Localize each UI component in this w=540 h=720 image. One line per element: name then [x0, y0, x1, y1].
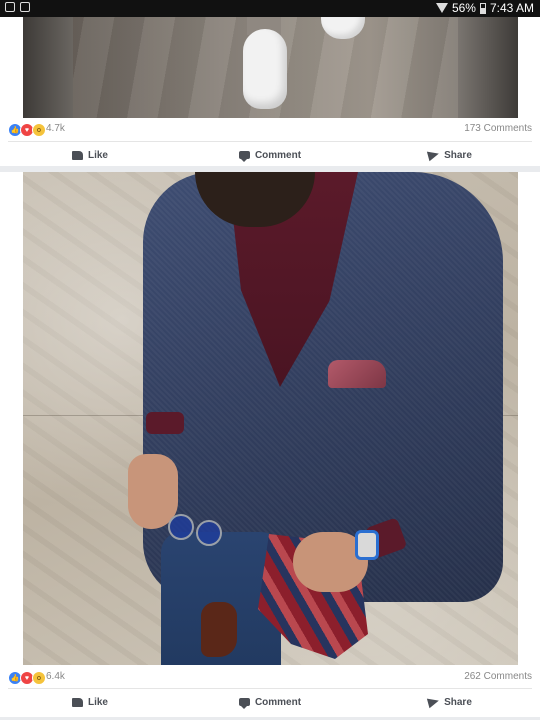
share-icon — [426, 148, 441, 162]
photo-boot — [201, 602, 237, 657]
wow-reaction-icon: o — [32, 123, 46, 137]
comment-label: Comment — [254, 149, 302, 161]
status-left — [5, 2, 30, 12]
photo-cuff — [146, 412, 184, 434]
comments-count[interactable]: 173 Comments — [464, 123, 532, 134]
thumbs-up-icon — [71, 697, 83, 707]
like-label: Like — [87, 149, 108, 161]
sunglasses-lens — [168, 514, 194, 540]
comment-label: Comment — [254, 696, 302, 708]
reaction-count[interactable]: 4.7k — [46, 123, 65, 134]
status-bar: 56% 7:43 AM — [0, 0, 540, 17]
sunglasses-lens — [196, 520, 222, 546]
post-photo[interactable] — [23, 17, 518, 118]
clock: 7:43 AM — [489, 1, 534, 15]
comments-count[interactable]: 262 Comments — [464, 671, 532, 682]
feed-post: 👍 ♥ o 6.4k 262 Comments Like Comment Sha… — [0, 172, 540, 717]
share-label: Share — [444, 149, 472, 161]
battery-icon — [479, 2, 486, 14]
like-button[interactable]: Like — [0, 690, 180, 714]
photo-pocket-square — [328, 360, 386, 388]
reactions-row: 👍 ♥ o 4.7k 173 Comments — [0, 118, 540, 140]
divider — [8, 688, 532, 689]
battery-percent: 56% — [451, 1, 476, 15]
post-photo[interactable] — [23, 172, 518, 665]
like-label: Like — [87, 696, 108, 708]
action-bar: Like Comment Share — [0, 143, 540, 167]
photo-shoe — [243, 29, 287, 109]
status-right: 56% 7:43 AM — [435, 1, 534, 15]
comment-button[interactable]: Comment — [180, 143, 360, 167]
share-icon — [426, 695, 441, 709]
comment-icon — [238, 698, 250, 709]
feed-post: 👍 ♥ o 4.7k 173 Comments Like Comment Sha… — [0, 17, 540, 166]
gallery-icon — [5, 2, 15, 12]
like-button[interactable]: Like — [0, 143, 180, 167]
comment-button[interactable]: Comment — [180, 690, 360, 714]
photo-frame-left — [23, 17, 73, 118]
thumbs-up-icon — [71, 150, 83, 160]
share-button[interactable]: Share — [360, 143, 540, 167]
photo-frame-right — [458, 17, 518, 118]
photo-watch — [355, 530, 379, 560]
reaction-count[interactable]: 6.4k — [46, 671, 65, 682]
share-button[interactable]: Share — [360, 690, 540, 714]
wifi-icon — [435, 3, 448, 13]
photo-icon — [20, 2, 30, 12]
reaction-icons[interactable]: 👍 ♥ o — [8, 671, 46, 685]
reaction-icons[interactable]: 👍 ♥ o — [8, 123, 46, 137]
wow-reaction-icon: o — [32, 671, 46, 685]
action-bar: Like Comment Share — [0, 690, 540, 714]
divider — [8, 141, 532, 142]
reactions-row: 👍 ♥ o 6.4k 262 Comments — [0, 666, 540, 688]
comment-icon — [238, 151, 250, 162]
share-label: Share — [444, 696, 472, 708]
photo-sunglasses — [166, 512, 226, 548]
